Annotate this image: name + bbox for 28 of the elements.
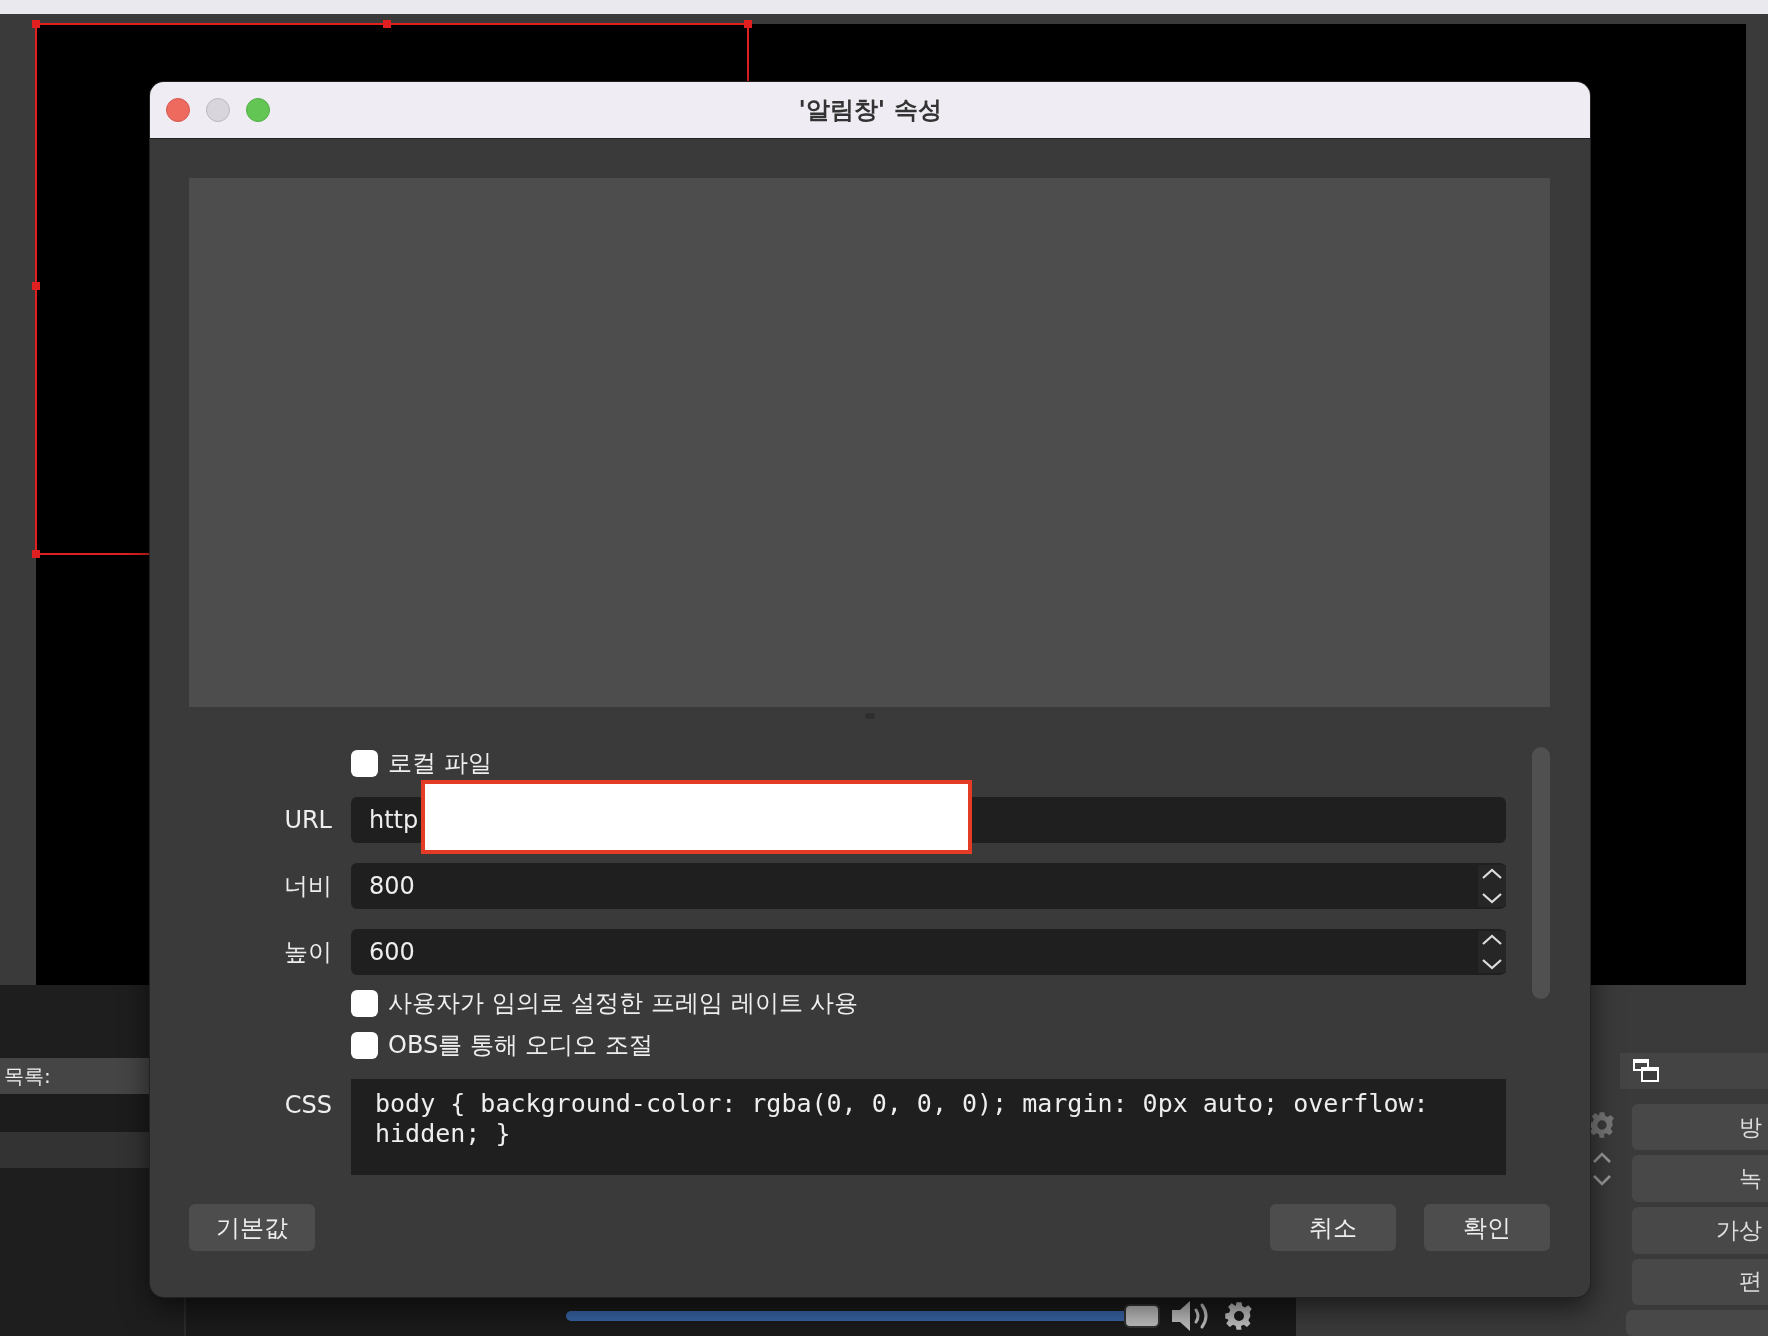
volume-slider[interactable]: [566, 1303, 1160, 1329]
field-label: CSS: [283, 1090, 332, 1119]
cancel-button[interactable]: 취소: [1270, 1204, 1396, 1251]
checkbox-label: 사용자가 임의로 설정한 프레임 레이트 사용: [388, 988, 859, 1019]
checkbox[interactable]: [351, 989, 378, 1017]
checkbox-label: OBS를 통해 오디오 조절: [388, 1030, 654, 1061]
control-button[interactable]: 가상: [1632, 1206, 1768, 1254]
panel-title: 목록:: [3, 1062, 51, 1090]
field-label: 높이: [283, 937, 332, 968]
spinner-icon[interactable]: [1478, 931, 1506, 973]
checkbox[interactable]: [351, 1031, 378, 1059]
field-label: URL: [283, 806, 332, 834]
settings-icon[interactable]: [1224, 1301, 1254, 1331]
spinner-icon[interactable]: [1478, 865, 1506, 907]
ok-button[interactable]: 확인: [1424, 1204, 1550, 1251]
control-button[interactable]: 방: [1632, 1103, 1768, 1151]
field-label: 너비: [283, 871, 332, 902]
control-button[interactable]: 편: [1632, 1258, 1768, 1306]
window-title: '알림창' 속성: [798, 95, 942, 126]
defaults-button[interactable]: 기본값: [189, 1204, 315, 1251]
checkbox-label: 로컬 파일: [388, 748, 492, 779]
number-field[interactable]: 800: [351, 863, 1506, 909]
css-field[interactable]: body { background-color: rgba(0, 0, 0, 0); margin: 0px auto; overflow: hidden; }: [351, 1079, 1506, 1175]
windows-icon[interactable]: [1632, 1057, 1660, 1084]
number-field[interactable]: 600: [351, 929, 1506, 975]
checkbox[interactable]: [351, 749, 378, 777]
close-button[interactable]: [166, 98, 190, 122]
control-button[interactable]: 녹: [1632, 1155, 1768, 1202]
